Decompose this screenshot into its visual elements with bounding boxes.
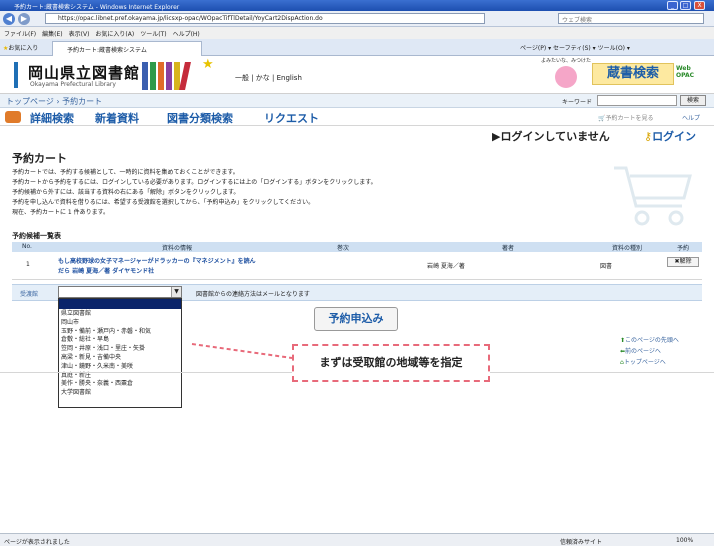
menu-file[interactable]: ファイル(F) (4, 31, 36, 38)
dropdown-option[interactable]: 岡山市 (59, 318, 181, 327)
book-icon (166, 62, 172, 90)
status-text: ページが表示されました (4, 539, 70, 546)
mascot-image: よみたいな、みつけた (540, 58, 592, 92)
dropdown-option[interactable]: 笠岡・井原・浅口・里庄・矢掛 (59, 344, 181, 353)
menu-edit[interactable]: 編集(E) (42, 31, 62, 38)
pickup-label: 受渡館 (20, 291, 39, 298)
menu-view[interactable]: 表示(V) (69, 31, 90, 38)
menu-bar: ファイル(F) 編集(E) 表示(V) お気に入り(A) ツール(T) ヘルプ(H) (0, 27, 714, 39)
col-author: 著者 (502, 245, 515, 252)
nav-new-arrivals[interactable]: 新着資料 (95, 110, 139, 126)
nav-request[interactable]: リクエスト (264, 110, 319, 126)
page-links: ⬆このページの先頭へ ⬅前のページへ ⌂トップページへ (620, 335, 679, 368)
help-link[interactable]: ヘルプ (682, 113, 700, 122)
pickup-library-select[interactable]: ▼ (58, 286, 182, 298)
star-icon: ★ (202, 57, 214, 72)
reserve-submit-button[interactable]: 予約申込み (314, 307, 398, 331)
keyword-input[interactable] (597, 95, 677, 106)
remove-button[interactable]: ✖解除 (667, 257, 699, 267)
window-title: 予約カート:蔵書検索システム - Windows Internet Explor… (14, 4, 180, 11)
zoom-level[interactable]: 100% (676, 537, 693, 544)
table-row: 1 もし高校野球の女子マネージャーがドラッカーの『マネジメント』を読ん だら 岩… (12, 253, 702, 280)
url-input[interactable]: https://opac.libnet.pref.okayama.jp/lics… (45, 13, 485, 24)
dropdown-option-blank[interactable] (59, 299, 181, 309)
chevron-down-icon: ▼ (171, 287, 181, 297)
book-icon (158, 62, 164, 90)
page-title: 予約カート (12, 152, 67, 165)
intro-text: 予約カートでは、予約する候補として、一時的に資料を集めておくことができます。 予約… (12, 169, 377, 216)
minimize-button[interactable]: _ (667, 1, 678, 10)
mascot-icon (555, 66, 577, 88)
status-bar: ページが表示されました 信頼済みサイト 100% (0, 533, 714, 546)
dropdown-option[interactable]: 大学図書館 (59, 388, 181, 397)
language-switch[interactable]: 一般 | かな | English (235, 73, 302, 83)
keyword-label: キーワード (562, 99, 593, 106)
opac-brand[interactable]: 蔵書検索 (592, 63, 674, 85)
annotation-callout: まずは受取館の地域等を指定 (292, 344, 490, 382)
library-logo-subtitle: Okayama Prefectural Library (30, 81, 116, 88)
cart-illustration-icon (614, 166, 692, 226)
breadcrumb[interactable]: トップページ › 予約カート (6, 96, 102, 107)
row-type: 図書 (600, 263, 613, 270)
window-title-bar: 予約カート:蔵書検索システム - Windows Internet Explor… (0, 0, 714, 11)
item-title-link-cont[interactable]: だら 岩崎 夏海／著 ダイヤモンド社 (58, 266, 154, 275)
web-opac-label: Web OPAC (676, 65, 694, 79)
view-cart-link[interactable]: 🛒予約カートを見る (598, 113, 654, 122)
menu-help[interactable]: ヘルプ(H) (173, 31, 200, 38)
favorites-button[interactable]: ★お気に入り (3, 43, 38, 52)
security-zone: 信頼済みサイト (560, 539, 603, 546)
table-header: No. 資料の情報 巻次 著者 資料の種別 予約 (12, 242, 702, 252)
book-icon (5, 111, 21, 123)
dropdown-option[interactable]: 美作・勝央・奈義・西粟倉 (59, 379, 181, 388)
dropdown-option[interactable]: 津山・鏡野・久米南・美咲 (59, 362, 181, 371)
search-button[interactable]: 検索 (680, 95, 706, 106)
login-link[interactable]: ⚷ログイン (644, 128, 696, 144)
page-top-link[interactable]: ⬆このページの先頭へ (620, 335, 679, 346)
list-title: 予約候補一覧表 (12, 232, 61, 240)
close-button[interactable]: X (694, 1, 705, 10)
dropdown-option[interactable]: 県立図書館 (59, 309, 181, 318)
col-reserve: 予約 (677, 245, 690, 252)
nav-advanced-search[interactable]: 詳細検索 (30, 110, 74, 126)
row-no: 1 (26, 261, 30, 268)
back-icon[interactable]: ◀ (3, 13, 15, 25)
logo-mark-icon (14, 62, 18, 88)
key-icon: ⚷ (644, 130, 653, 143)
menu-tools[interactable]: ツール(T) (140, 31, 166, 38)
login-status: ▶ログインしていません (492, 130, 610, 143)
prev-page-link[interactable]: ⬅前のページへ (620, 346, 679, 357)
col-volume: 巻次 (337, 245, 350, 252)
item-title-link[interactable]: もし高校野球の女子マネージャーがドラッカーの『マネジメント』を読ん (58, 256, 256, 265)
library-logo-title[interactable]: 岡山県立図書館 (28, 62, 140, 83)
col-type: 資料の種別 (612, 245, 643, 252)
col-no: No. (22, 243, 32, 250)
web-search-input[interactable]: ウェブ検索 (558, 13, 704, 24)
menu-favorites[interactable]: お気に入り(A) (95, 31, 134, 38)
nav-classification-search[interactable]: 図書分類検索 (167, 110, 233, 126)
maximize-button[interactable]: □ (680, 1, 691, 10)
dropdown-option[interactable]: 玉野・備前・瀬戸内・赤磐・和気 (59, 327, 181, 336)
dropdown-option[interactable]: 倉敷・総社・早島 (59, 335, 181, 344)
command-bar[interactable]: ページ(P) ▾ セーフティ(S) ▾ ツール(O) ▾ (520, 43, 630, 52)
book-icon (150, 62, 156, 90)
top-page-link[interactable]: ⌂トップページへ (620, 357, 679, 368)
forward-icon[interactable]: ▶ (18, 13, 30, 25)
browser-tab[interactable]: 予約カート:蔵書検索システム (52, 41, 202, 56)
pickup-dropdown-list[interactable]: 県立図書館 岡山市 玉野・備前・瀬戸内・赤磐・和気 倉敷・総社・早島 笠岡・井原… (58, 298, 182, 408)
contact-note: 図書館からの連絡方法はメールとなります (196, 291, 310, 298)
dropdown-option[interactable]: 高梁・新見・吉備中央 (59, 353, 181, 362)
row-author: 岩崎 夏海／著 (427, 263, 465, 270)
book-icon (142, 62, 148, 90)
col-info: 資料の情報 (162, 245, 193, 252)
callout-connector (191, 343, 293, 359)
